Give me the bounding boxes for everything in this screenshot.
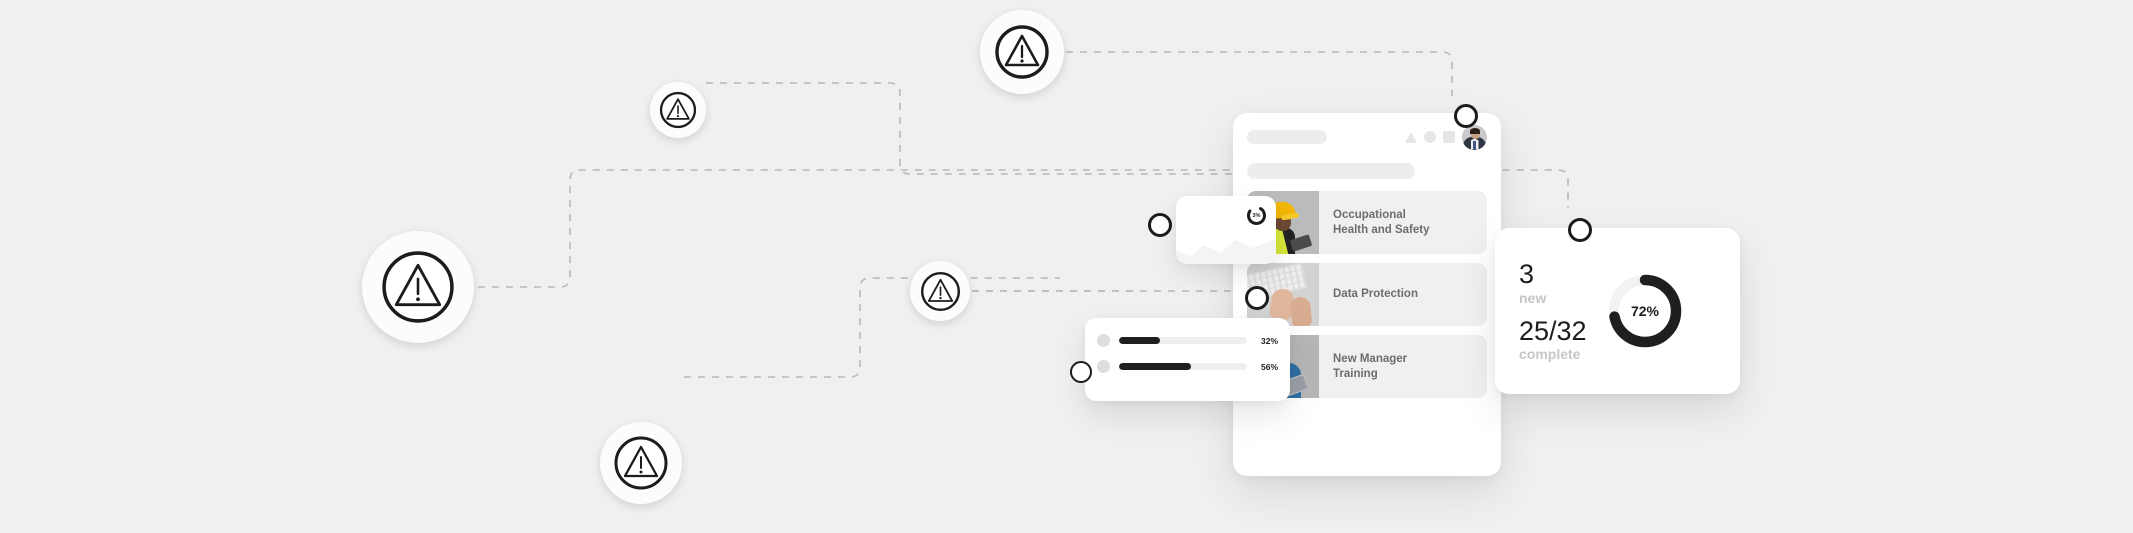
completion-donut-chart: 72% (1603, 269, 1687, 353)
warning-node-lower-left (600, 422, 682, 504)
notification-circle-icon[interactable] (1424, 131, 1436, 143)
complete-label: complete (1519, 345, 1581, 362)
warning-icon (659, 91, 697, 129)
completion-stats-card[interactable]: 3 new 25/32 complete 72% (1495, 228, 1740, 394)
search-input[interactable] (1247, 130, 1327, 144)
progress-track (1119, 337, 1247, 344)
endpoint-ring-mini-card (1148, 213, 1172, 237)
alert-triangle-icon[interactable] (1405, 131, 1417, 143)
warning-node-middle (910, 261, 970, 321)
donut-percent-label: 72% (1630, 303, 1660, 319)
new-label: new (1519, 289, 1547, 306)
endpoint-ring-progress-card (1070, 361, 1092, 383)
course-row-occupational-health-and-safety[interactable]: Occupational Health and Safety (1247, 191, 1487, 254)
apps-square-icon[interactable] (1443, 131, 1455, 143)
progress-percent-label: 56% (1260, 361, 1278, 372)
complete-count: 25/32 (1519, 315, 1587, 346)
course-progress-card[interactable]: 32% 56% (1085, 318, 1290, 401)
mini-analytics-card[interactable]: 3% (1176, 196, 1276, 264)
mini-area-chart (1176, 238, 1276, 264)
course-title: Occupational Health and Safety (1333, 208, 1430, 236)
warning-icon (920, 271, 960, 311)
progress-row: 56% (1097, 360, 1278, 373)
progress-track (1119, 363, 1247, 370)
course-row-data-protection[interactable]: Data Protection (1247, 263, 1487, 326)
progress-percent-label: 32% (1260, 335, 1278, 346)
stats-numbers: 3 new 25/32 complete (1495, 260, 1603, 362)
circular-progress-icon: 3% (1246, 205, 1267, 226)
endpoint-ring-course-row (1245, 286, 1269, 310)
header-icon-group (1405, 124, 1487, 150)
dashed-connector-paths (478, 51, 1569, 378)
course-title: Data Protection (1333, 288, 1418, 301)
course-title: New Manager Training (1333, 352, 1408, 380)
new-count: 3 (1519, 259, 1535, 290)
page-title-placeholder (1247, 163, 1415, 179)
progress-fill (1119, 337, 1160, 344)
warning-node-large-left (362, 231, 474, 343)
endpoint-ring-dashboard-header (1454, 104, 1478, 128)
progress-fill (1119, 363, 1191, 370)
endpoint-ring-stats-card (1568, 218, 1592, 242)
mini-badge-label: 3% (1252, 212, 1261, 219)
illustration-canvas: 3% Occupational Health and Safety Data P… (0, 0, 2133, 533)
progress-avatar-dot (1097, 360, 1110, 373)
warning-icon (995, 25, 1049, 79)
progress-row: 32% (1097, 334, 1278, 347)
learning-dashboard-window[interactable]: Occupational Health and Safety Data Prot… (1233, 113, 1501, 476)
warning-node-upper-left (650, 82, 706, 138)
warning-node-top-center (980, 10, 1064, 94)
progress-avatar-dot (1097, 334, 1110, 347)
warning-icon (382, 251, 454, 323)
warning-icon (614, 436, 668, 490)
user-avatar[interactable] (1462, 124, 1487, 150)
